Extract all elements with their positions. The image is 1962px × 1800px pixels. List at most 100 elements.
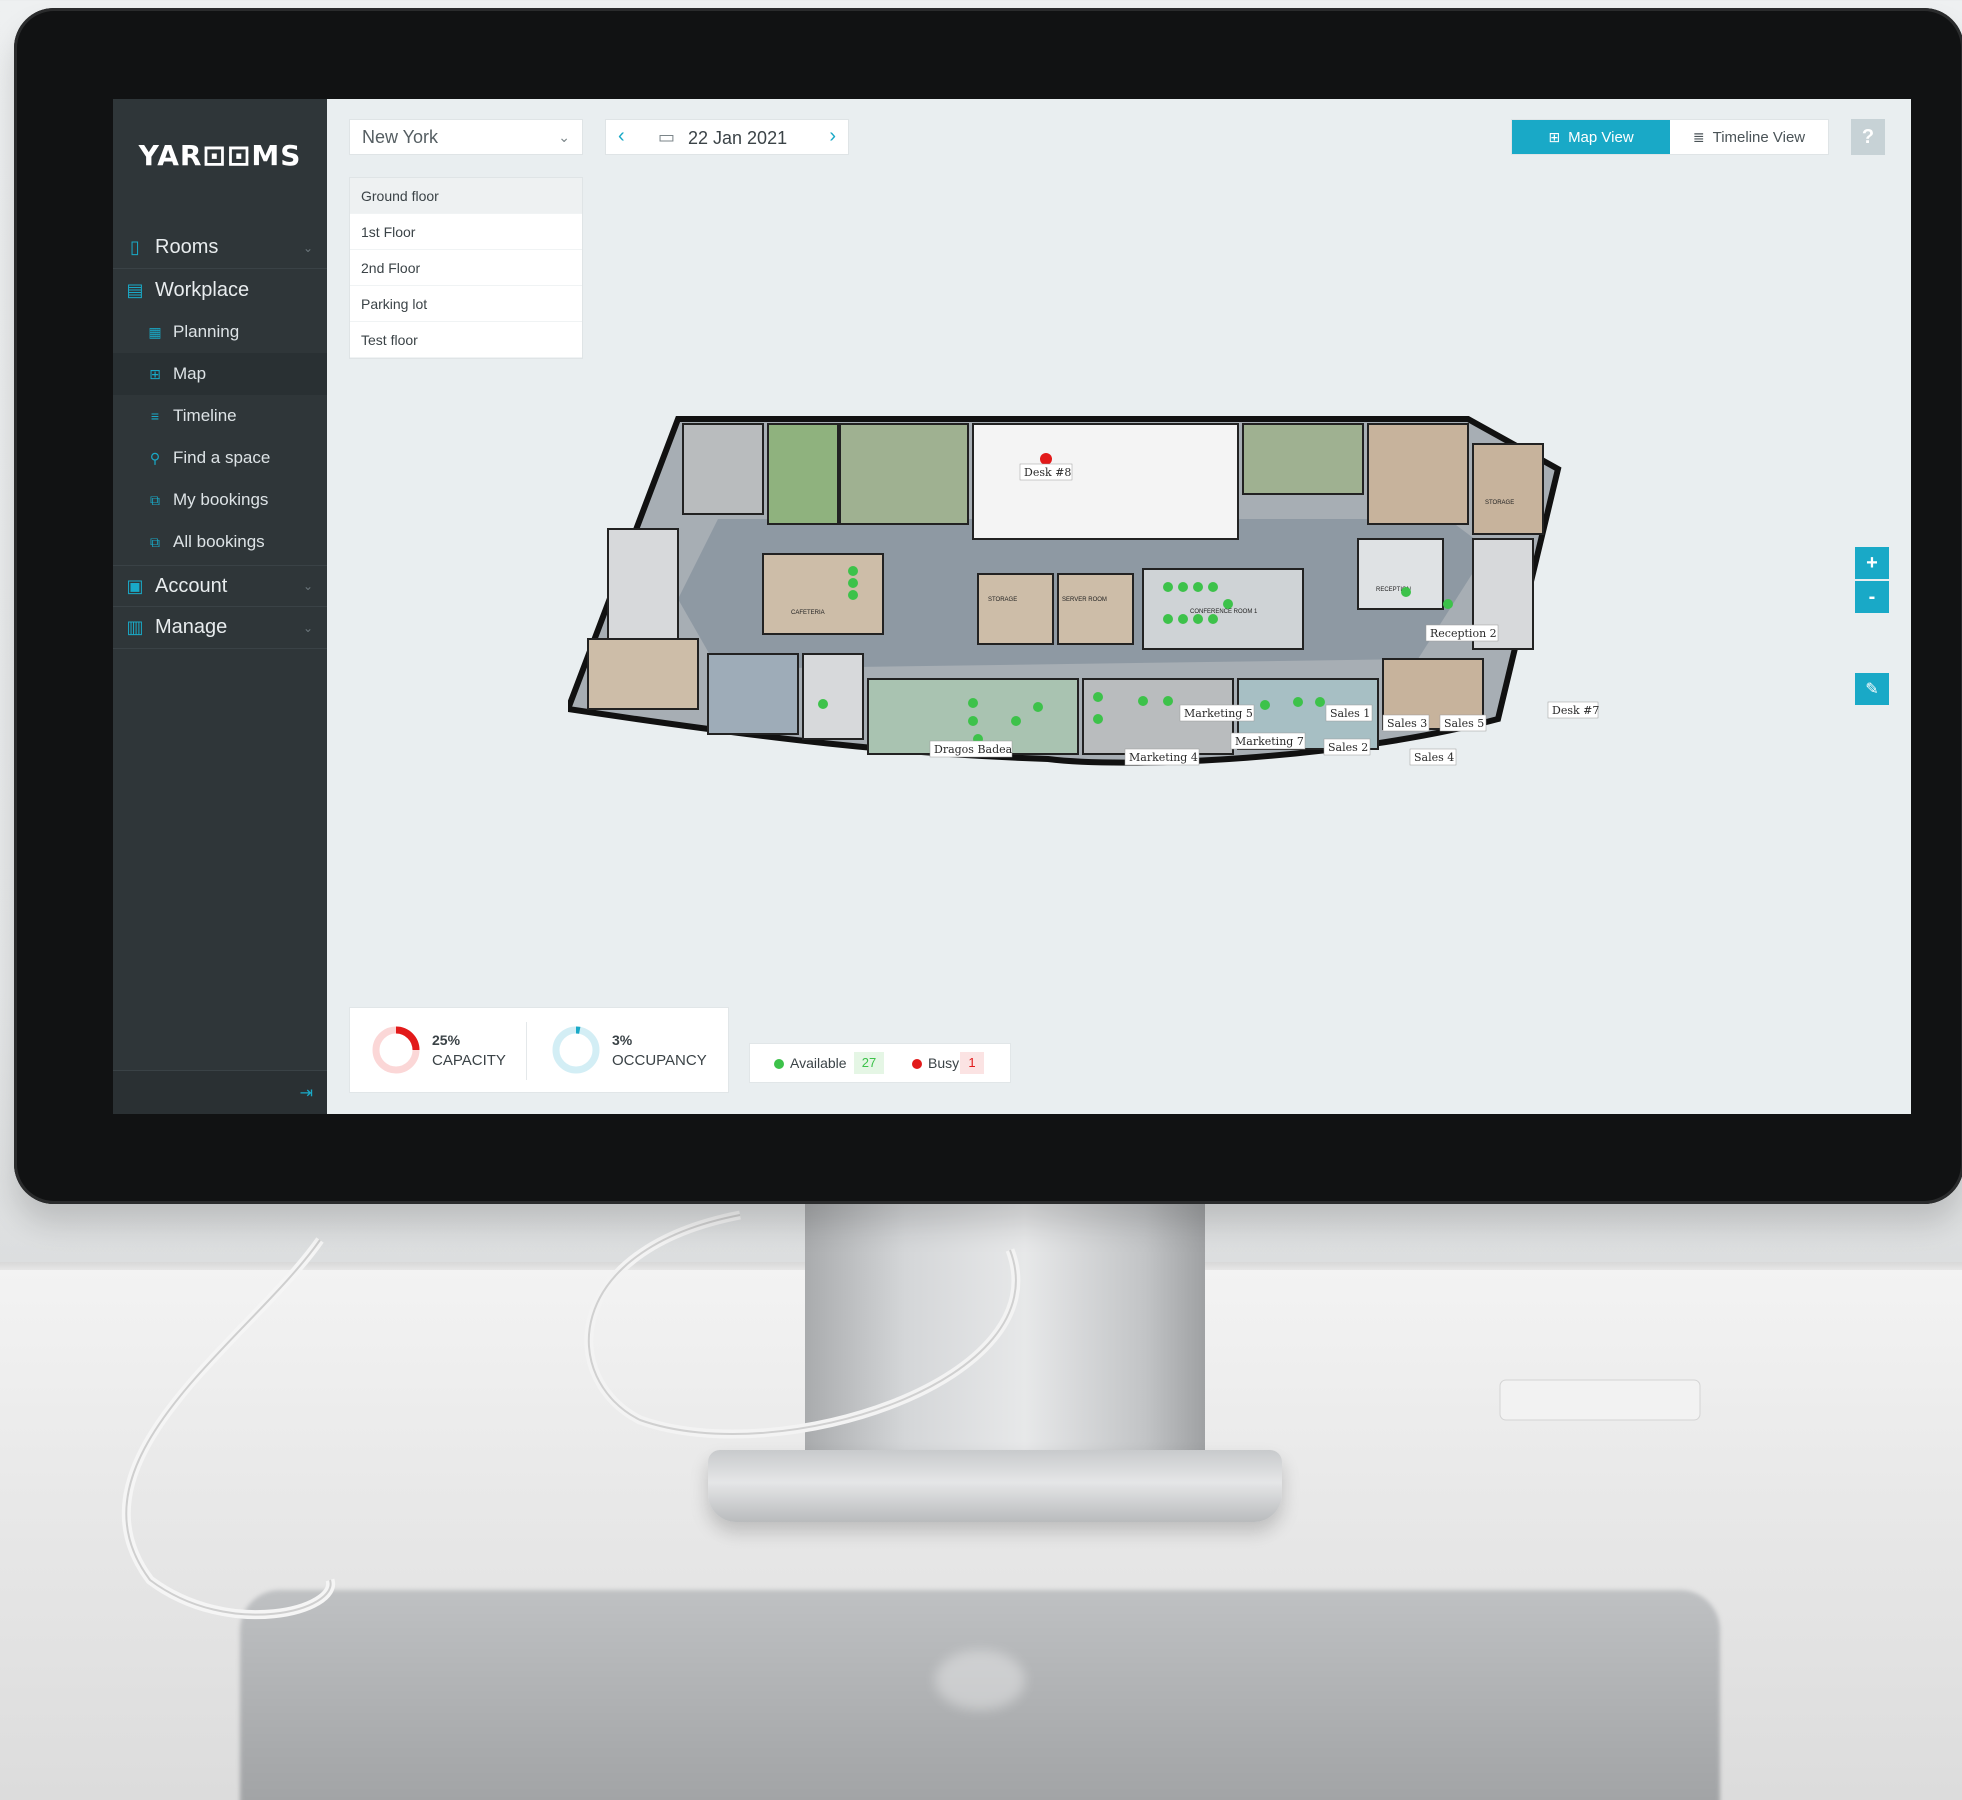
edit-button[interactable]: ✎ xyxy=(1855,673,1889,705)
map-icon: ⊞ xyxy=(149,365,161,382)
desk-label[interactable]: Marketing 5 xyxy=(1184,707,1253,720)
available-label: Available xyxy=(790,1055,847,1071)
door-icon: ▯ xyxy=(130,237,140,257)
sidebar-item-label: Rooms xyxy=(155,236,219,258)
zoom-in-button[interactable]: + xyxy=(1855,547,1889,579)
busy-label: Busy xyxy=(928,1055,960,1071)
timeline-icon: ≣ xyxy=(1692,128,1705,145)
busy-dot-icon xyxy=(912,1059,922,1069)
floor-item-ground-floor[interactable]: Ground floor xyxy=(350,178,582,214)
app-logo: YAR⊡⊡MS xyxy=(138,139,302,172)
busy-desk[interactable] xyxy=(1040,453,1052,465)
available-dot-icon xyxy=(774,1059,784,1069)
map-icon: ⊞ xyxy=(1548,128,1561,145)
room-label: STORAGE xyxy=(1485,500,1514,506)
sidebar-item-timeline[interactable]: ≡ Timeline xyxy=(113,395,327,437)
desk-label[interactable]: Desk #8 xyxy=(1024,466,1071,479)
chevron-right-icon[interactable]: › xyxy=(829,125,836,148)
capacity-donut xyxy=(372,1026,420,1074)
laptop-logo xyxy=(935,1650,1025,1710)
location-select[interactable]: New York ⌄ xyxy=(349,119,583,155)
office-room xyxy=(767,423,839,525)
room-label: CAFETERIA xyxy=(791,610,825,616)
search-icon: ⚲ xyxy=(149,449,161,466)
map-view-label: Map View xyxy=(1568,128,1634,146)
floor-plan-map[interactable]: CAFETERIA STORAGE SERVER ROOM CONFERENCE… xyxy=(568,399,1603,799)
collapse-sidebar-icon[interactable]: ⇥ xyxy=(300,1083,313,1103)
office-room xyxy=(839,423,969,525)
bookings-icon: ⧉ xyxy=(150,533,160,550)
room-label: CONFERENCE ROOM 1 xyxy=(1190,609,1258,615)
date-picker: ‹ ▭ 22 Jan 2021 › xyxy=(605,119,849,155)
sidebar-item-account[interactable]: ▣ Account ⌄ xyxy=(113,565,327,607)
chevron-down-icon: ⌄ xyxy=(302,579,313,593)
occupancy-donut xyxy=(552,1026,600,1074)
building-icon: ▤ xyxy=(126,279,144,300)
capacity-value: 25% xyxy=(432,1032,461,1048)
office-room xyxy=(707,653,799,735)
sidebar-footer: ⇥ xyxy=(113,1070,327,1114)
sidebar-item-label: Planning xyxy=(173,322,240,341)
chevron-down-icon: ⌄ xyxy=(558,129,570,145)
busy-count-badge: 1 xyxy=(960,1052,984,1074)
floor-item-1st-floor[interactable]: 1st Floor xyxy=(350,214,582,250)
room-label: SERVER ROOM xyxy=(1062,597,1107,603)
desk-label[interactable]: Sales 2 xyxy=(1328,741,1368,754)
bookings-icon: ⧉ xyxy=(150,491,160,508)
lounge-room xyxy=(587,638,699,710)
desk-label[interactable]: Marketing 4 xyxy=(1129,751,1198,764)
occupancy-label: OCCUPANCY xyxy=(612,1052,707,1069)
chevron-down-icon: ⌄ xyxy=(302,620,313,635)
sidebar: YAR⊡⊡MS ▯ Rooms ⌄ ▤ Workplace ▦ Planning… xyxy=(113,99,327,1114)
desk-label[interactable]: Sales 5 xyxy=(1444,717,1484,730)
sidebar-item-find-a-space[interactable]: ⚲ Find a space xyxy=(113,437,327,479)
edit-icon: ✎ xyxy=(1865,681,1879,698)
desk-label[interactable]: Dragos Badea xyxy=(934,743,1013,756)
monitor-bezel: YAR⊡⊡MS ▯ Rooms ⌄ ▤ Workplace ▦ Planning… xyxy=(14,8,1962,1204)
sidebar-item-label: All bookings xyxy=(173,532,265,551)
sidebar-item-manage[interactable]: ▥ Manage ⌄ xyxy=(113,607,327,649)
desk-label[interactable]: Desk #7 xyxy=(1552,704,1599,717)
sidebar-item-workplace[interactable]: ▤ Workplace xyxy=(113,269,327,311)
occupancy-value: 3% xyxy=(612,1032,633,1048)
sidebar-item-label: My bookings xyxy=(173,490,269,509)
chevron-down-icon: ⌄ xyxy=(302,240,313,255)
stats-panel: 25% CAPACITY 3% OCCUPANCY xyxy=(349,1007,729,1093)
desk-label[interactable]: Sales 1 xyxy=(1330,707,1370,720)
zoom-out-button[interactable]: - xyxy=(1855,581,1889,613)
available-count-badge: 27 xyxy=(854,1052,884,1074)
sidebar-item-label: Timeline xyxy=(173,406,237,425)
map-view-button[interactable]: ⊞ Map View xyxy=(1512,120,1670,154)
help-button[interactable]: ? xyxy=(1851,119,1885,155)
room-label: STORAGE xyxy=(988,597,1017,603)
lounge-room xyxy=(1367,423,1469,525)
sidebar-item-my-bookings[interactable]: ⧉ My bookings xyxy=(113,479,327,521)
sidebar-item-rooms[interactable]: ▯ Rooms ⌄ xyxy=(113,227,327,269)
planning-icon: ▦ xyxy=(148,323,162,340)
availability-legend: Available 27 Busy 1 xyxy=(749,1043,1011,1083)
account-icon: ▣ xyxy=(126,575,144,596)
sidebar-item-label: Map xyxy=(173,364,207,383)
floor-item-test-floor[interactable]: Test floor xyxy=(350,322,582,358)
chevron-left-icon[interactable]: ‹ xyxy=(618,125,625,148)
floor-list: Ground floor 1st Floor 2nd Floor Parking… xyxy=(349,177,583,359)
desk-label[interactable]: Sales 3 xyxy=(1387,717,1427,730)
date-value[interactable]: 22 Jan 2021 xyxy=(688,128,787,149)
view-toggle: ⊞ Map View ≣ Timeline View xyxy=(1511,119,1829,155)
monitor-stand-base xyxy=(708,1450,1282,1522)
meeting-room xyxy=(682,423,764,515)
sidebar-item-map[interactable]: ⊞ Map xyxy=(113,353,327,395)
desk-label[interactable]: Sales 4 xyxy=(1414,751,1454,764)
floor-item-2nd-floor[interactable]: 2nd Floor xyxy=(350,250,582,286)
timeline-view-label: Timeline View xyxy=(1712,128,1806,146)
sidebar-item-planning[interactable]: ▦ Planning xyxy=(113,311,327,353)
timeline-view-button[interactable]: ≣ Timeline View xyxy=(1670,120,1828,154)
capacity-label: CAPACITY xyxy=(432,1052,506,1069)
desk-label[interactable]: Reception 2 xyxy=(1430,627,1497,640)
desk-label[interactable]: Marketing 7 xyxy=(1235,735,1304,748)
storage-room xyxy=(977,573,1054,645)
floor-item-parking-lot[interactable]: Parking lot xyxy=(350,286,582,322)
sidebar-item-all-bookings[interactable]: ⧉ All bookings xyxy=(113,521,327,563)
location-value: New York xyxy=(362,126,439,147)
server-room xyxy=(1057,573,1134,645)
